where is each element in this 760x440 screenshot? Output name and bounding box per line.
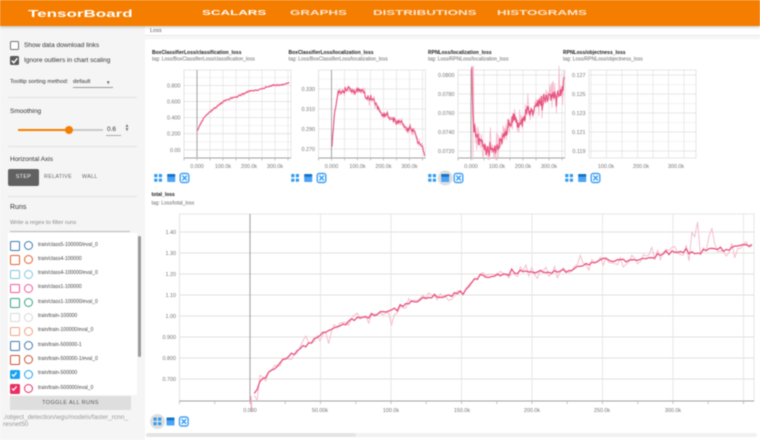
svg-text:100.0k: 100.0k — [349, 164, 365, 170]
svg-text:200.0k: 200.0k — [375, 164, 391, 170]
svg-text:0.0800: 0.0800 — [438, 73, 455, 79]
svg-text:0.125: 0.125 — [572, 92, 586, 98]
svg-text:300.0k: 300.0k — [401, 164, 417, 170]
svg-text:0.127: 0.127 — [572, 73, 586, 79]
svg-text:tag: Loss/total_loss: tag: Loss/total_loss — [152, 201, 195, 207]
svg-text:100.0k: 100.0k — [598, 164, 614, 170]
svg-text:300.0k: 300.0k — [665, 408, 681, 414]
svg-text:200.0k: 200.0k — [633, 164, 649, 170]
svg-text:0.330: 0.330 — [302, 87, 316, 93]
svg-text:0.119: 0.119 — [572, 149, 585, 155]
svg-text:0.121: 0.121 — [572, 130, 586, 136]
svg-text:1.20: 1.20 — [166, 272, 177, 278]
svg-text:tag: Loss/RPNLoss/localization: tag: Loss/RPNLoss/localization_loss — [428, 57, 509, 63]
svg-text:0.800: 0.800 — [167, 83, 181, 89]
svg-text:50.00k: 50.00k — [312, 408, 328, 414]
svg-text:250.0k: 250.0k — [594, 408, 610, 414]
svg-text:BoxClassifierLoss/classificati: BoxClassifierLoss/classification_loss — [152, 50, 242, 56]
svg-text:0.0720: 0.0720 — [438, 149, 455, 155]
svg-text:300.0k: 300.0k — [267, 164, 283, 170]
svg-text:tag: Loss/BoxClassifierLoss/lo: tag: Loss/BoxClassifierLoss/localization… — [289, 57, 389, 63]
svg-text:0.00: 0.00 — [170, 148, 181, 154]
svg-text:0.123: 0.123 — [572, 111, 586, 117]
svg-text:RPNLoss/localization_loss: RPNLoss/localization_loss — [428, 50, 492, 56]
svg-text:0.290: 0.290 — [302, 127, 316, 133]
svg-text:1.40: 1.40 — [166, 230, 177, 236]
svg-text:tag: Loss/BoxClassifierLoss/cl: tag: Loss/BoxClassifierLoss/classificati… — [152, 57, 255, 63]
svg-text:total_loss: total_loss — [152, 192, 176, 198]
svg-text:0.270: 0.270 — [302, 147, 316, 153]
svg-text:BoxClassifierLoss/localization: BoxClassifierLoss/localization_loss — [289, 50, 374, 56]
svg-text:0.900: 0.900 — [163, 335, 177, 341]
svg-text:0.700: 0.700 — [163, 377, 177, 383]
svg-text:200.0k: 200.0k — [524, 408, 540, 414]
svg-text:150.0k: 150.0k — [454, 408, 470, 414]
svg-text:1.00: 1.00 — [166, 314, 177, 320]
svg-text:RPNLoss/objectness_loss: RPNLoss/objectness_loss — [563, 50, 626, 56]
svg-text:0.0780: 0.0780 — [438, 92, 455, 98]
svg-text:tag: Loss/RPNLoss/objectness_l: tag: Loss/RPNLoss/objectness_loss — [563, 57, 643, 63]
svg-text:100.0k: 100.0k — [383, 408, 399, 414]
svg-text:100.0k: 100.0k — [489, 164, 505, 170]
svg-text:0.600: 0.600 — [167, 100, 181, 106]
svg-text:0.800: 0.800 — [163, 356, 177, 362]
svg-text:0.000: 0.000 — [464, 164, 478, 170]
svg-text:1.10: 1.10 — [166, 293, 177, 299]
svg-text:0.200: 0.200 — [167, 132, 181, 138]
svg-text:200.0k: 200.0k — [241, 164, 257, 170]
svg-text:300.0k: 300.0k — [541, 164, 557, 170]
svg-text:200.0k: 200.0k — [515, 164, 531, 170]
svg-text:0.0760: 0.0760 — [438, 111, 455, 117]
svg-text:0.400: 0.400 — [167, 116, 181, 122]
svg-text:1.30: 1.30 — [166, 251, 177, 257]
svg-text:300.0k: 300.0k — [668, 164, 684, 170]
svg-text:0.0740: 0.0740 — [438, 130, 455, 136]
svg-text:0.000: 0.000 — [325, 164, 339, 170]
svg-text:0.000: 0.000 — [190, 164, 204, 170]
svg-text:0.310: 0.310 — [302, 107, 316, 113]
svg-text:0.000: 0.000 — [243, 408, 257, 414]
svg-text:100.0k: 100.0k — [215, 164, 231, 170]
